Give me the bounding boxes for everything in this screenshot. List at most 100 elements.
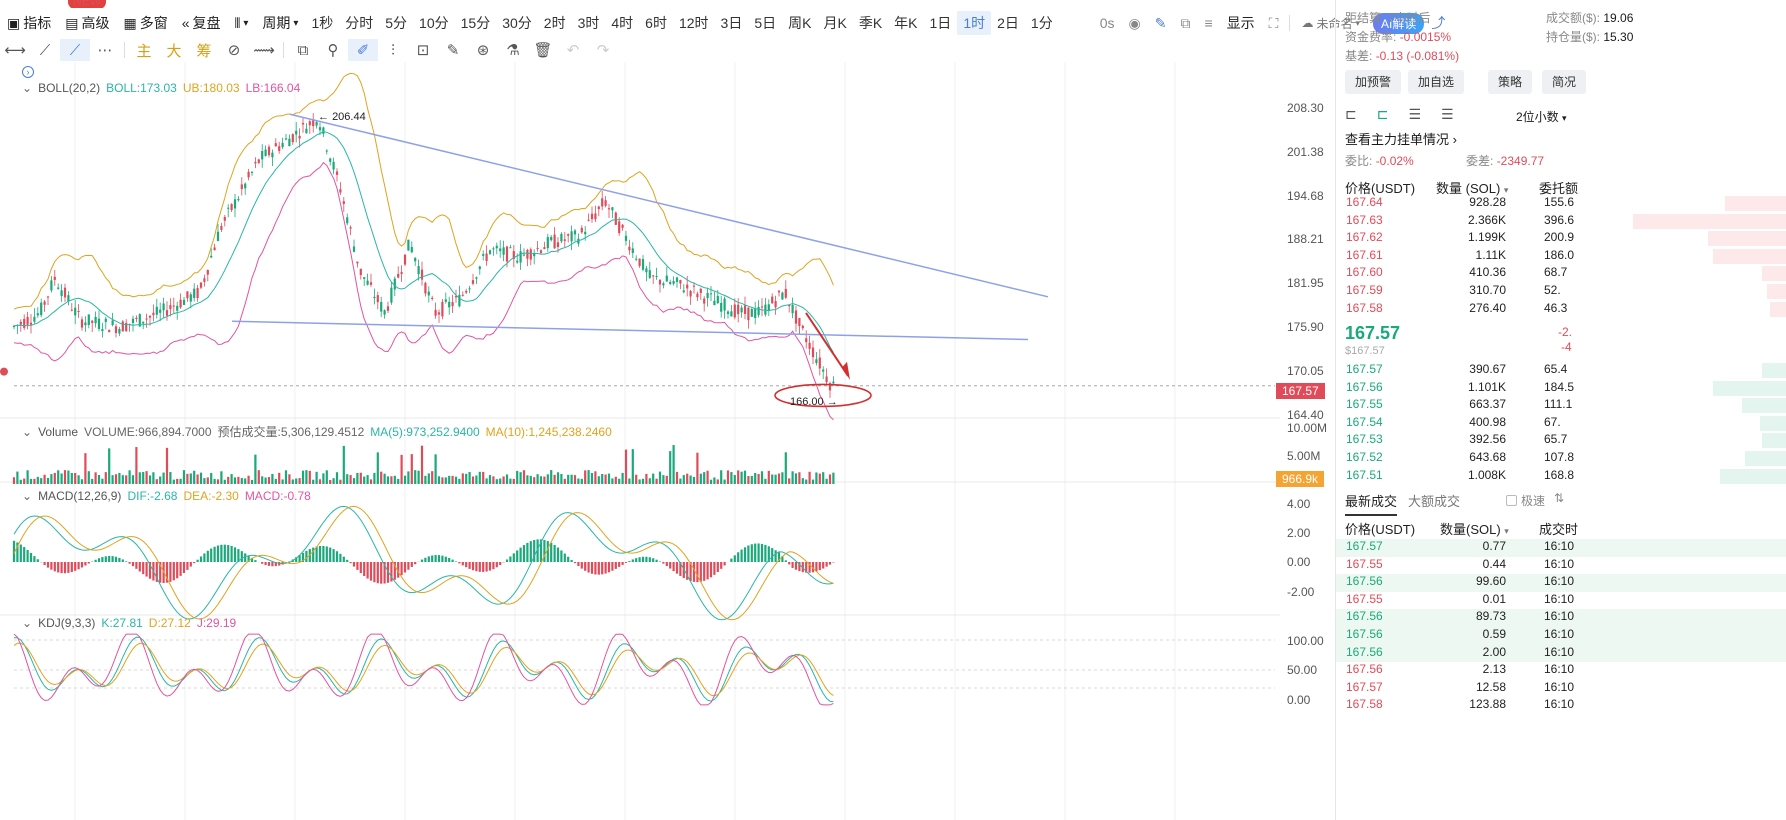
undo-icon[interactable]: ↶ <box>558 39 588 61</box>
macd-histogram-bar <box>641 556 645 562</box>
ask-row[interactable]: 167.60 410.36 68.7 <box>1336 265 1786 283</box>
tab-latest-trades[interactable]: 最新成交 <box>1345 491 1398 516</box>
trash-icon[interactable]: 🗑 <box>528 39 558 61</box>
period-option[interactable]: 3时 <box>572 11 606 35</box>
volume-bar <box>261 476 264 484</box>
lock-icon[interactable]: ⊡ <box>408 39 438 61</box>
period-option[interactable]: 4时 <box>605 11 639 35</box>
period-option[interactable]: 5分 <box>379 11 413 35</box>
bid-row[interactable]: 167.57 390.67 65.4 <box>1336 362 1786 380</box>
ask-row[interactable]: 167.59 310.70 52. <box>1336 283 1786 301</box>
more-icon[interactable]: ⋯ <box>90 39 120 61</box>
overview-button[interactable]: 简况 <box>1542 70 1587 94</box>
bid-row[interactable]: 167.51 1.008K 168.8 <box>1336 468 1786 486</box>
pen-icon[interactable]: ✎ <box>1148 11 1174 35</box>
ask-row[interactable]: 167.58 276.40 46.3 <box>1336 301 1786 319</box>
ruler-icon[interactable]: ⟿ <box>249 39 279 61</box>
ask-row[interactable]: 167.64 928.28 155.6 <box>1336 195 1786 213</box>
ask-row[interactable]: 167.63 2.366K 396.6 <box>1336 213 1786 231</box>
period-option[interactable]: 2日 <box>991 11 1025 35</box>
big-text-tool[interactable]: 大 <box>159 39 189 61</box>
bid-row[interactable]: 167.53 392.56 65.7 <box>1336 432 1786 450</box>
view-main-orders-link[interactable]: 查看主力挂单情况 › <box>1345 129 1457 148</box>
link-icon[interactable]: ⚲ <box>318 39 348 61</box>
brush-icon[interactable]: ✐ <box>348 39 378 61</box>
bid-row[interactable]: 167.52 643.68 107.8 <box>1336 450 1786 468</box>
redo-icon[interactable]: ↷ <box>588 39 618 61</box>
period-option[interactable]: 1时 <box>957 11 992 35</box>
view-asks-icon[interactable]: ☰ <box>1408 106 1421 123</box>
filter-icon[interactable]: ⚗ <box>498 39 528 61</box>
bid-row[interactable]: 167.56 1.101K 184.5 <box>1336 380 1786 398</box>
eye-icon[interactable]: ⊛ <box>468 39 498 61</box>
multi-window-button[interactable]: ▦ 多窗 <box>116 11 174 35</box>
chevron-icon[interactable]: ⌄ <box>22 616 32 630</box>
period-option[interactable]: 5日 <box>748 11 782 35</box>
add-alert-button[interactable]: 加预警 <box>1345 70 1402 94</box>
collapse-icon[interactable]: › <box>22 66 34 78</box>
candle-body <box>308 121 311 126</box>
period-option[interactable]: 2时 <box>538 11 572 35</box>
display-button[interactable]: 显示 <box>1220 11 1262 35</box>
advanced-button[interactable]: ▤ 高级 <box>58 11 116 35</box>
view-bids-icon[interactable]: ⊏ <box>1377 106 1389 123</box>
candle-body <box>794 310 798 324</box>
period-option[interactable]: 1分 <box>1025 11 1059 35</box>
compare-icon[interactable]: ⫶ <box>378 39 408 61</box>
bid-row[interactable]: 167.54 400.98 67. <box>1336 415 1786 433</box>
tab-large-trades[interactable]: 大额成交 <box>1408 491 1460 510</box>
period-dropdown[interactable]: 周期 ▾ <box>255 11 305 35</box>
macd-histogram-bar <box>264 562 267 566</box>
period-option[interactable]: 季K <box>853 11 888 35</box>
period-option[interactable]: 周K <box>782 11 817 35</box>
chevron-icon[interactable]: ⌄ <box>22 81 32 95</box>
trend-line-icon[interactable]: ⟋ <box>30 39 60 61</box>
decimals-dropdown[interactable]: 2位小数 ▾ <box>1516 108 1567 125</box>
view-list-icon[interactable]: ☰ <box>1441 106 1454 123</box>
period-option[interactable]: 6时 <box>639 11 673 35</box>
expand-icon[interactable]: ⛶ <box>1262 11 1286 35</box>
period-option[interactable]: 分时 <box>339 11 379 35</box>
period-option[interactable]: 30分 <box>496 11 538 35</box>
chevron-icon[interactable]: ⌄ <box>22 489 32 503</box>
horizontal-line-icon[interactable]: ⟷ <box>0 39 30 61</box>
extreme-speed-toggle[interactable]: 极速 <box>1506 492 1545 509</box>
trade-qty: 0.59 <box>1482 627 1506 641</box>
view-all-icon[interactable]: ⊏ <box>1345 106 1357 123</box>
chart-type-button[interactable]: ⫴ ▾ <box>228 11 256 35</box>
strategy-button[interactable]: 策略 <box>1488 70 1533 94</box>
macd-histogram-bar <box>750 544 753 562</box>
trade-header-qty[interactable]: 数量(SOL) ▾ <box>1440 519 1509 538</box>
checkbox[interactable] <box>1506 495 1517 506</box>
add-watchlist-button[interactable]: 加自选 <box>1408 70 1465 94</box>
period-option[interactable]: 月K <box>817 11 852 35</box>
period-option[interactable]: 10分 <box>413 11 455 35</box>
period-option[interactable]: 15分 <box>455 11 497 35</box>
sort-icon[interactable]: ⇅ <box>1554 491 1564 505</box>
settings-icon[interactable]: ≡ <box>1197 11 1219 35</box>
ask-row[interactable]: 167.62 1.199K 200.9 <box>1336 230 1786 248</box>
chevron-icon[interactable]: ⌄ <box>22 425 32 439</box>
macd-histogram-bar <box>737 552 740 562</box>
bid-row[interactable]: 167.55 663.37 111.1 <box>1336 397 1786 415</box>
window-icon[interactable]: ⧉ <box>1173 11 1197 35</box>
camera-icon[interactable]: ◉ <box>1122 11 1148 35</box>
kline-chart[interactable] <box>0 62 1330 820</box>
period-option[interactable]: 1秒 <box>305 11 339 35</box>
period-option[interactable]: 年K <box>888 11 923 35</box>
edit-icon[interactable]: ✎ <box>438 39 468 61</box>
period-option[interactable]: 1日 <box>924 11 958 35</box>
period-option[interactable]: 3日 <box>715 11 749 35</box>
replay-button[interactable]: «复盘 <box>175 11 228 35</box>
volume-bar <box>291 479 294 484</box>
copy-icon[interactable]: ⧉ <box>288 39 318 61</box>
main-text-tool[interactable]: 主 <box>129 39 159 61</box>
period-option[interactable]: 12时 <box>673 11 715 35</box>
ray-line-icon[interactable]: ⟋ <box>60 39 90 61</box>
trade-time: 16:10 <box>1544 591 1575 606</box>
ask-row[interactable]: 167.61 1.11K 186.0 <box>1336 248 1786 266</box>
chip-text-tool[interactable]: 筹 <box>189 39 219 61</box>
magnet-icon[interactable]: ⊘ <box>219 39 249 61</box>
trade-time: 16:10 <box>1544 539 1575 553</box>
indicators-button[interactable]: ▣ 指标 <box>0 11 58 35</box>
